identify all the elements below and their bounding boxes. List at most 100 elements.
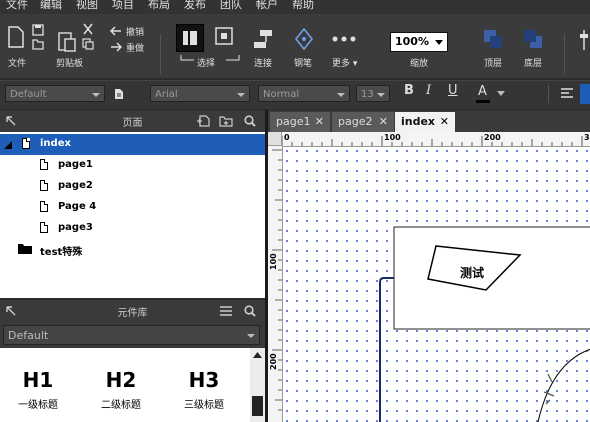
tree-item-index[interactable]: index bbox=[0, 134, 265, 155]
widget-h3-preview: H3 bbox=[188, 368, 220, 392]
undo-label[interactable]: 撤销 bbox=[126, 25, 144, 38]
widget-h3-label: 三级标题 bbox=[184, 400, 224, 411]
font-family-select[interactable]: Arial bbox=[150, 85, 250, 102]
style-edit-icon[interactable] bbox=[114, 88, 124, 100]
menu-icon[interactable] bbox=[220, 306, 232, 316]
align-left-icon[interactable] bbox=[560, 87, 574, 99]
undo-icon[interactable] bbox=[110, 26, 122, 36]
library-select[interactable]: Default bbox=[3, 325, 260, 345]
font-size-value: 13 bbox=[361, 89, 374, 100]
menu-layout[interactable]: 布局 bbox=[148, 0, 170, 12]
widget-h1[interactable]: H1 一级标题 bbox=[8, 368, 68, 411]
chevron-down-icon bbox=[497, 91, 505, 96]
tab-page2[interactable]: page2 ✕ bbox=[332, 112, 394, 132]
select-icon bbox=[183, 31, 197, 45]
connect-label: 连接 bbox=[254, 59, 273, 69]
widgets-panel-header: 元件库 bbox=[0, 300, 265, 322]
menu-project[interactable]: 项目 bbox=[112, 0, 134, 12]
connector-icon[interactable] bbox=[252, 28, 276, 50]
font-weight-select[interactable]: Normal bbox=[258, 85, 350, 102]
cut-icon[interactable] bbox=[82, 23, 94, 35]
ruler-corner bbox=[268, 132, 282, 146]
expand-arrow-icon[interactable] bbox=[4, 141, 12, 149]
ruler-label: 3 bbox=[584, 133, 590, 142]
save-icon[interactable] bbox=[32, 24, 44, 36]
copy-icon[interactable] bbox=[82, 38, 94, 50]
tab-index[interactable]: index ✕ bbox=[395, 112, 455, 132]
menu-publish[interactable]: 发布 bbox=[184, 0, 206, 12]
zoom-select[interactable]: 100% bbox=[390, 32, 448, 52]
widget-grid: H1 一级标题 H2 二级标题 H3 三级标题 bbox=[0, 348, 250, 422]
tree-item-label: page2 bbox=[58, 180, 93, 191]
widget-scrollbar[interactable] bbox=[250, 348, 265, 422]
widget-h2[interactable]: H2 二级标题 bbox=[91, 368, 151, 411]
connector-line bbox=[379, 277, 394, 422]
font-weight-value: Normal bbox=[263, 89, 300, 100]
ruler-label: 200 bbox=[484, 133, 501, 142]
font-color-glyph: A bbox=[478, 84, 487, 99]
more-label[interactable]: 更多 ▾ bbox=[332, 56, 357, 69]
close-icon[interactable]: ✕ bbox=[379, 112, 388, 132]
bring-to-front-icon[interactable] bbox=[482, 28, 504, 50]
tree-item-folder[interactable]: test特殊 bbox=[0, 239, 265, 260]
tree-item-page2[interactable]: page2 bbox=[0, 176, 265, 197]
more-text: 更多 bbox=[332, 59, 351, 69]
library-value: Default bbox=[8, 329, 49, 342]
send-to-back-icon[interactable] bbox=[522, 28, 544, 50]
ruler-ticks bbox=[281, 136, 583, 146]
close-icon[interactable]: ✕ bbox=[315, 112, 324, 132]
font-color-button[interactable]: A bbox=[473, 84, 511, 103]
zoom-value: 100% bbox=[395, 35, 429, 48]
pen-icon[interactable] bbox=[294, 28, 314, 50]
tree-item-page1[interactable]: page1 bbox=[0, 155, 265, 176]
align-icon[interactable] bbox=[578, 30, 590, 50]
style-value: Default bbox=[10, 89, 47, 100]
bold-button[interactable]: B bbox=[404, 83, 414, 98]
toolbar: 文件 剪贴板 撤销 重做 选择 连接 钢笔 更多 ▾ 100% 缩放 顶层 底层 bbox=[0, 14, 590, 78]
tree-item-page4[interactable]: Page 4 bbox=[0, 197, 265, 218]
folder-icon bbox=[18, 244, 32, 254]
align-center-button[interactable] bbox=[580, 84, 590, 104]
tree-item-page3[interactable]: page3 bbox=[0, 218, 265, 239]
menu-view[interactable]: 视图 bbox=[76, 0, 98, 12]
redo-icon[interactable] bbox=[110, 42, 122, 52]
close-icon[interactable]: ✕ bbox=[440, 112, 449, 132]
underline-button[interactable]: U bbox=[448, 83, 458, 98]
add-folder-icon[interactable] bbox=[219, 115, 233, 127]
menu-account[interactable]: 帐户 bbox=[256, 0, 278, 12]
widget-h2-label: 二级标题 bbox=[101, 400, 141, 411]
new-file-icon[interactable] bbox=[8, 26, 24, 48]
circle-widget-edge bbox=[537, 348, 590, 422]
paste-icon[interactable] bbox=[58, 30, 76, 52]
menu-bar: 文件 编辑 视图 项目 布局 发布 团队 帐户 帮助 bbox=[0, 0, 590, 14]
style-select[interactable]: Default bbox=[5, 85, 105, 102]
font-color-swatch bbox=[476, 100, 490, 103]
widget-h3[interactable]: H3 三级标题 bbox=[174, 368, 234, 411]
top-layer-label: 顶层 bbox=[484, 59, 503, 69]
more-icon[interactable] bbox=[332, 36, 356, 42]
italic-button[interactable]: I bbox=[426, 83, 431, 98]
scroll-up-icon[interactable] bbox=[253, 352, 262, 358]
ruler-label: 0 bbox=[284, 133, 290, 142]
open-icon[interactable] bbox=[32, 38, 44, 50]
widget-h1-label: 一级标题 bbox=[18, 400, 58, 411]
menu-help[interactable]: 帮助 bbox=[292, 0, 314, 12]
search-icon[interactable] bbox=[244, 115, 256, 127]
ruler-label: 100 bbox=[384, 133, 401, 142]
tab-page1[interactable]: page1 ✕ bbox=[270, 112, 330, 132]
design-canvas[interactable]: 测试 bbox=[268, 132, 590, 422]
add-page-icon[interactable] bbox=[196, 115, 210, 127]
menu-edit[interactable]: 编辑 bbox=[40, 0, 62, 12]
clipboard-label: 剪贴板 bbox=[56, 59, 84, 69]
redo-label[interactable]: 重做 bbox=[126, 41, 144, 54]
pages-panel-header: 页面 bbox=[0, 110, 265, 132]
chevron-down-icon bbox=[435, 40, 443, 45]
menu-file[interactable]: 文件 bbox=[6, 0, 28, 12]
select-mode-button[interactable] bbox=[176, 24, 204, 52]
shape-text[interactable]: 测试 bbox=[460, 264, 484, 281]
search-icon[interactable] bbox=[244, 305, 256, 317]
scroll-thumb[interactable] bbox=[252, 396, 263, 416]
menu-team[interactable]: 团队 bbox=[220, 0, 242, 12]
font-size-select[interactable]: 13 bbox=[356, 85, 390, 102]
intersect-select-icon[interactable] bbox=[214, 26, 234, 46]
